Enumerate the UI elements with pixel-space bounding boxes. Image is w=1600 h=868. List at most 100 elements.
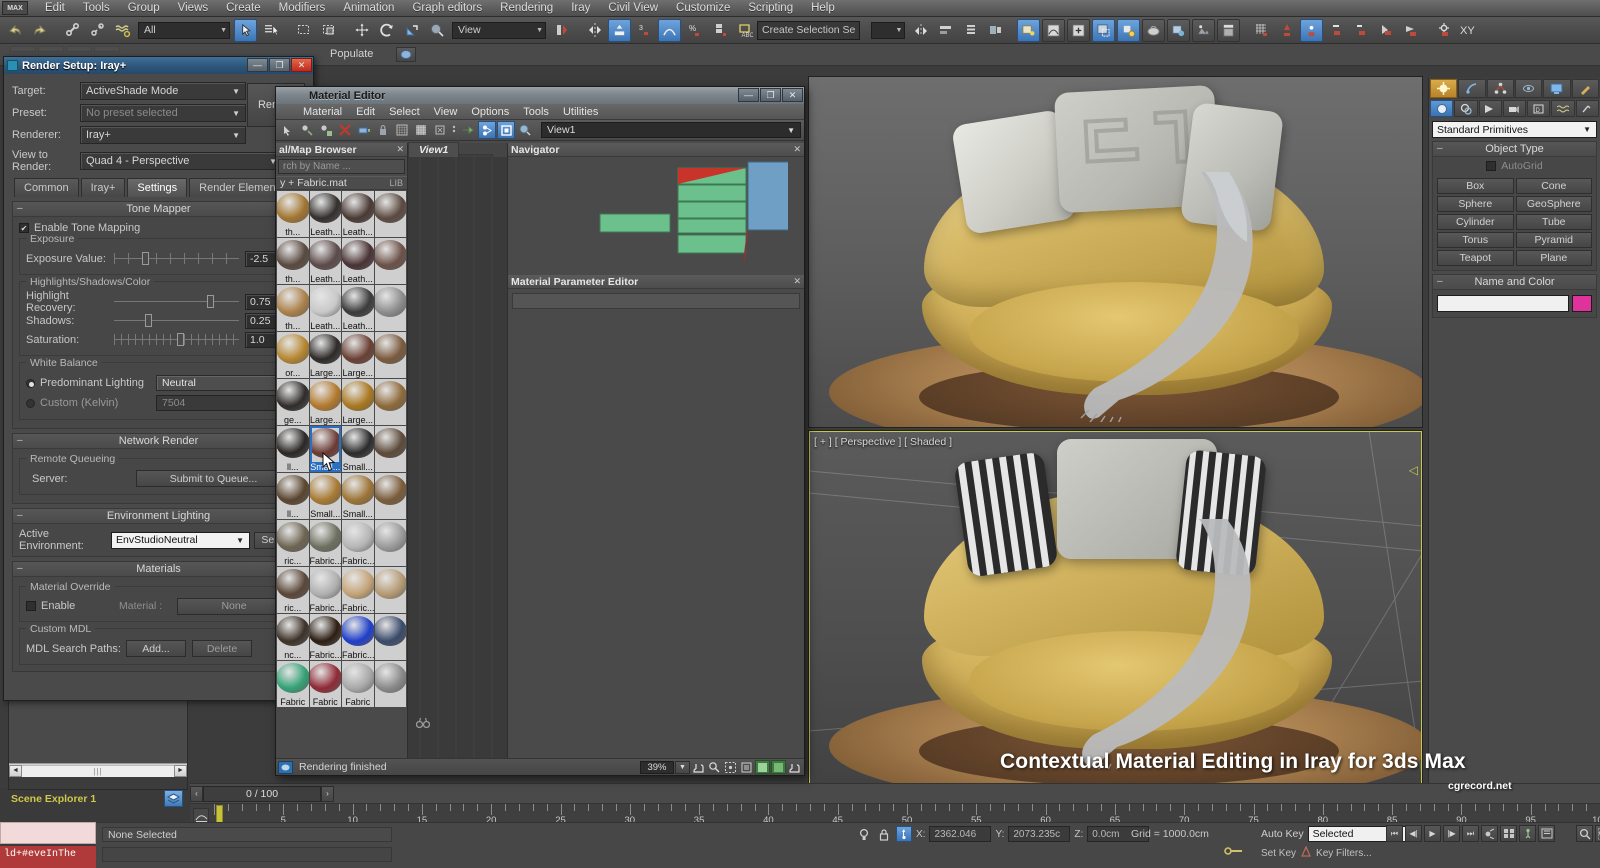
network-render-header[interactable]: – Network Render bbox=[13, 434, 304, 449]
object-button-box[interactable]: Box bbox=[1437, 178, 1514, 194]
material-swatch[interactable]: Large... bbox=[310, 379, 342, 425]
lights-icon[interactable] bbox=[1479, 100, 1502, 117]
material-explorer-icon[interactable] bbox=[1217, 19, 1240, 42]
select-object-icon[interactable] bbox=[234, 19, 257, 42]
menu-item-animation[interactable]: Animation bbox=[334, 1, 403, 15]
object-color-swatch[interactable] bbox=[1572, 295, 1592, 312]
material-swatch[interactable]: Large... bbox=[342, 379, 374, 425]
maximize-icon[interactable]: ❐ bbox=[269, 58, 290, 72]
tab-utilities[interactable] bbox=[1572, 79, 1599, 98]
slider-thumb[interactable] bbox=[177, 333, 184, 346]
align-2-icon[interactable] bbox=[934, 19, 957, 42]
material-swatch[interactable]: Fabric... bbox=[342, 520, 374, 566]
time-configuration-icon[interactable] bbox=[1500, 825, 1517, 842]
target-dropdown[interactable]: ActiveShade Mode ▼ bbox=[80, 82, 246, 100]
material-swatch[interactable]: Fabric... bbox=[310, 567, 342, 613]
materials-header[interactable]: – Materials bbox=[13, 562, 304, 577]
space-warps-icon[interactable] bbox=[1551, 100, 1574, 117]
autogrid-checkbox[interactable] bbox=[1486, 161, 1496, 171]
material-swatch[interactable]: Fabric bbox=[277, 661, 309, 707]
menu-item-graph-editors[interactable]: Graph editors bbox=[403, 1, 491, 15]
prev-frame-button[interactable]: ‹ bbox=[190, 786, 203, 802]
me-menu-view[interactable]: View bbox=[427, 106, 465, 118]
material-swatch[interactable]: th... bbox=[277, 285, 309, 331]
active-view-dropdown[interactable]: View1 ▼ bbox=[541, 122, 801, 138]
window-crossing-icon[interactable] bbox=[317, 19, 340, 42]
me-menu-edit[interactable]: Edit bbox=[349, 106, 382, 118]
collapse-icon[interactable]: – bbox=[1437, 143, 1443, 154]
gear-icon[interactable] bbox=[1433, 19, 1456, 42]
render-frame-window-icon[interactable] bbox=[1092, 19, 1115, 42]
material-assign-icon[interactable] bbox=[459, 121, 477, 139]
renderer-dropdown[interactable]: Iray+ ▼ bbox=[80, 126, 246, 144]
spinner-snap-icon[interactable] bbox=[1325, 19, 1348, 42]
tab-display[interactable] bbox=[1543, 79, 1570, 98]
edit-named-selection-icon[interactable] bbox=[1350, 19, 1373, 42]
tab-modify[interactable] bbox=[1458, 79, 1485, 98]
show-shaded-material-icon[interactable] bbox=[516, 121, 534, 139]
active-environment-dropdown[interactable]: EnvStudioNeutral ▼ bbox=[111, 532, 250, 549]
y-coordinate-field[interactable]: 2073.235c bbox=[1008, 826, 1070, 842]
material-swatch[interactable] bbox=[375, 332, 407, 378]
material-swatch[interactable]: Large... bbox=[342, 332, 374, 378]
geometry-icon[interactable] bbox=[1430, 100, 1453, 117]
menu-item-group[interactable]: Group bbox=[119, 1, 169, 15]
render-production-icon[interactable] bbox=[1117, 19, 1140, 42]
me-menu-select[interactable]: Select bbox=[382, 106, 427, 118]
slider-thumb[interactable] bbox=[207, 295, 214, 308]
material-swatch[interactable] bbox=[375, 379, 407, 425]
angle-snap-icon[interactable] bbox=[1275, 19, 1298, 42]
material-swatch[interactable]: th... bbox=[277, 238, 309, 284]
selection-filter-dropdown[interactable]: All ▼ bbox=[138, 22, 230, 39]
object-category-dropdown[interactable]: Standard Primitives ▼ bbox=[1432, 121, 1597, 138]
node-view-canvas[interactable] bbox=[408, 157, 507, 758]
reference-coordinate-dropdown[interactable]: View ▼ bbox=[452, 22, 546, 39]
material-swatch[interactable]: ric... bbox=[277, 567, 309, 613]
next-frame-icon[interactable]: |▶ bbox=[1443, 825, 1460, 842]
key-mode-toggle-icon[interactable] bbox=[1481, 825, 1498, 842]
object-button-pyramid[interactable]: Pyramid bbox=[1516, 232, 1593, 248]
menu-item-iray[interactable]: Iray bbox=[562, 1, 599, 15]
key-filters-label[interactable]: Key Filters... bbox=[1316, 848, 1372, 859]
object-name-input[interactable] bbox=[1437, 295, 1569, 312]
preset-dropdown[interactable]: No preset selected ▼ bbox=[80, 104, 246, 122]
material-swatch[interactable] bbox=[375, 567, 407, 613]
material-swatch[interactable]: nc... bbox=[277, 614, 309, 660]
mirror-3-icon[interactable] bbox=[1375, 19, 1398, 42]
activeshade-icon[interactable] bbox=[1167, 19, 1190, 42]
zoom-all-icon[interactable] bbox=[1595, 825, 1600, 842]
predominant-lighting-radio[interactable] bbox=[26, 379, 35, 388]
close-icon[interactable]: ✕ bbox=[782, 88, 803, 102]
material-swatch[interactable]: Small... bbox=[342, 473, 374, 519]
systems-icon[interactable] bbox=[1576, 100, 1599, 117]
align-icon[interactable] bbox=[608, 19, 631, 42]
scene-explorer-layers-icon[interactable] bbox=[164, 790, 183, 807]
object-button-sphere[interactable]: Sphere bbox=[1437, 196, 1514, 212]
show-selected-icon[interactable] bbox=[755, 760, 770, 774]
scroll-right-icon[interactable]: ► bbox=[174, 765, 187, 777]
xy-axis-icon[interactable]: XY bbox=[1458, 19, 1481, 42]
custom-kelvin-radio[interactable] bbox=[26, 399, 35, 408]
select-and-scale-icon[interactable] bbox=[400, 19, 423, 42]
current-frame-field[interactable]: 0 / 100 bbox=[203, 786, 321, 802]
lock-icon[interactable] bbox=[876, 826, 892, 842]
next-frame-button[interactable]: › bbox=[321, 786, 334, 802]
material-swatch[interactable]: Leath... bbox=[342, 191, 374, 237]
zoom-selected-icon[interactable] bbox=[739, 760, 754, 774]
activeshade-render-view[interactable] bbox=[808, 76, 1423, 428]
material-swatch[interactable]: ll... bbox=[277, 473, 309, 519]
object-button-geosphere[interactable]: GeoSphere bbox=[1516, 196, 1593, 212]
me-menu-utilities[interactable]: Utilities bbox=[556, 106, 605, 118]
move-child-icon[interactable] bbox=[298, 121, 316, 139]
me-menu-material[interactable]: Material bbox=[296, 106, 349, 118]
viewport-expand-arrow-icon[interactable]: ◁ bbox=[1409, 463, 1418, 477]
perspective-viewport[interactable]: [ + ] [ Perspective ] [ Shaded ] ◁ bbox=[808, 430, 1423, 788]
x-coordinate-field[interactable]: 2362.046 bbox=[929, 826, 991, 842]
menu-item-rendering[interactable]: Rendering bbox=[491, 1, 562, 15]
material-swatch[interactable]: ge... bbox=[277, 379, 309, 425]
zoom-extents-icon[interactable] bbox=[723, 760, 738, 774]
schematic-view-icon[interactable]: % bbox=[683, 19, 706, 42]
curve-editor-icon[interactable] bbox=[658, 19, 681, 42]
menu-item-views[interactable]: Views bbox=[169, 1, 217, 15]
go-to-start-icon[interactable]: ⏮ bbox=[1386, 825, 1403, 842]
